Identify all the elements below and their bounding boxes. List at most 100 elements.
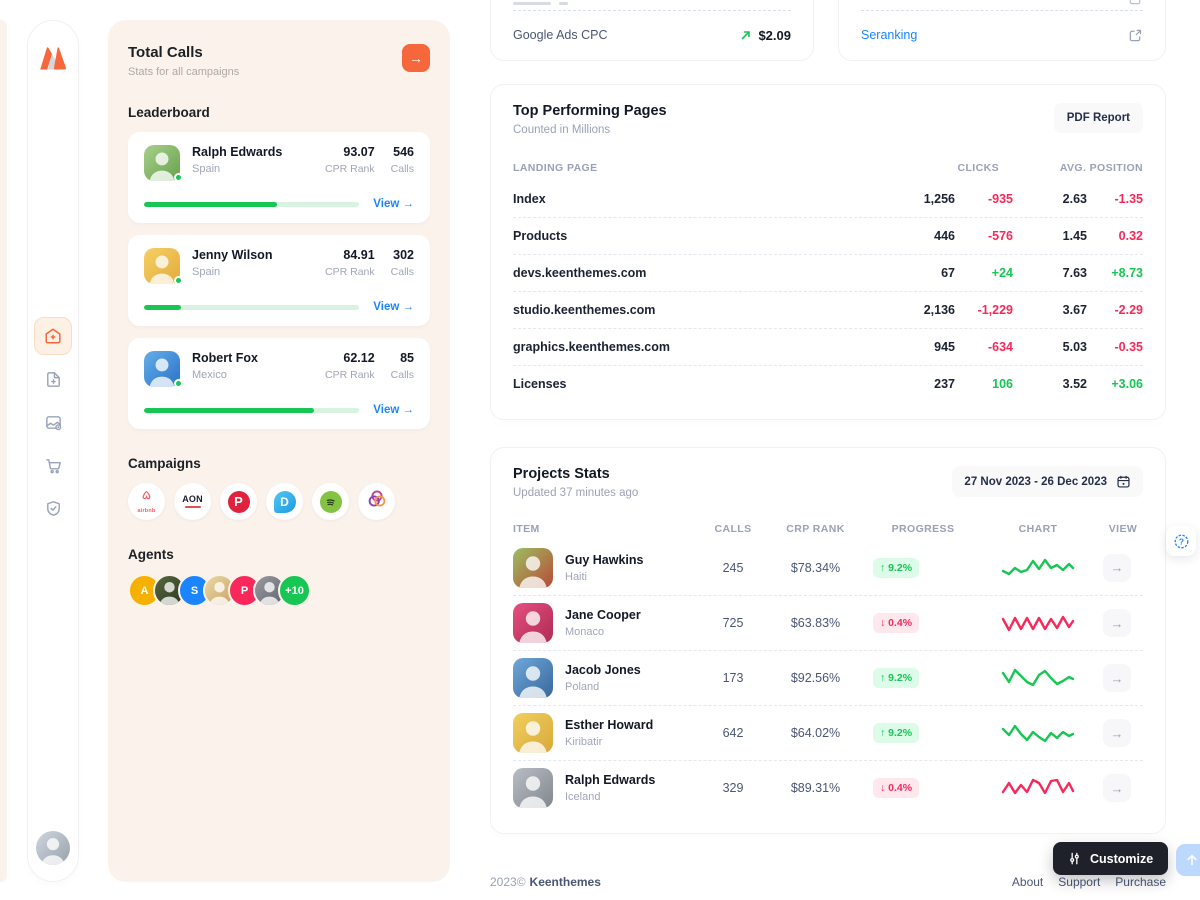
col-crp-rank: CRP RANK xyxy=(768,523,863,535)
card-subtitle: Counted in Millions xyxy=(513,124,667,136)
footer-link[interactable]: Support xyxy=(1058,875,1100,889)
clipped-row-remnant xyxy=(513,2,568,5)
calls-label: Calls xyxy=(391,163,414,175)
col-landing-page: LANDING PAGE xyxy=(513,162,889,174)
sparkline-chart xyxy=(983,610,1093,636)
spotify-campaign[interactable] xyxy=(312,483,349,520)
calls-value: 302 xyxy=(391,248,414,262)
cpr-rank-value: 62.12 xyxy=(325,351,375,365)
panel-subtitle: Stats for all campaigns xyxy=(128,66,239,78)
leaderboard: Ralph Edwards Spain 93.07 CPR Rank 546 C… xyxy=(128,132,430,429)
view-link[interactable]: View → xyxy=(373,198,414,210)
agents-heading: Agents xyxy=(128,547,430,562)
footer-link[interactable]: Purchase xyxy=(1115,875,1166,889)
leaderboard-card: Jenny Wilson Spain 84.91 CPR Rank 302 Ca… xyxy=(128,235,430,326)
project-member-name: Ralph Edwards xyxy=(565,773,655,787)
view-row-button[interactable]: → xyxy=(1103,609,1131,637)
panel-arrow-button[interactable]: → xyxy=(402,44,430,72)
add-file-icon xyxy=(44,370,63,389)
home-icon xyxy=(43,326,63,346)
picsart-campaign[interactable]: P xyxy=(220,483,257,520)
projects-stats-card: Projects Stats Updated 37 minutes ago 27… xyxy=(490,447,1166,834)
view-link[interactable]: View → xyxy=(373,404,414,416)
view-row-button[interactable]: → xyxy=(1103,774,1131,802)
position-value: 2.63 xyxy=(1023,192,1087,206)
sidebar-item-shield-check[interactable] xyxy=(34,489,72,527)
sidebar-item-cart[interactable] xyxy=(34,446,72,484)
pdf-report-button[interactable]: PDF Report xyxy=(1054,103,1143,133)
table-row: Jacob Jones Poland 173 $92.56% ↑ 9.2% → xyxy=(513,650,1143,705)
aon-campaign[interactable]: AON xyxy=(174,483,211,520)
agent-country: Spain xyxy=(192,163,309,175)
metric-value: $2.09 xyxy=(758,28,791,43)
table-row: Jane Cooper Monaco 725 $63.83% ↓ 0.4% → xyxy=(513,595,1143,650)
avatar xyxy=(513,548,553,588)
position-delta: -0.35 xyxy=(1097,340,1143,354)
avatar xyxy=(144,351,180,387)
projects-table: Guy Hawkins Haiti 245 $78.34% ↑ 9.2% → J… xyxy=(513,540,1143,815)
crp-rank-value: $92.56% xyxy=(768,671,863,685)
sparkline-chart xyxy=(983,775,1093,801)
view-row-button[interactable]: → xyxy=(1103,554,1131,582)
user-avatar[interactable] xyxy=(36,831,70,865)
metronic-logo-icon[interactable] xyxy=(38,45,68,75)
calls-value: 546 xyxy=(391,145,414,159)
table-row: graphics.keenthemes.com 945 -634 5.03 -0… xyxy=(513,328,1143,365)
trend-up-icon xyxy=(740,29,752,41)
clicks-delta: -576 xyxy=(965,229,1013,243)
card-title: Projects Stats xyxy=(513,466,638,482)
progress-bar xyxy=(144,202,359,207)
metric-card-google-ads: Google Ads CPC $2.09 xyxy=(490,0,814,61)
view-row-button[interactable]: → xyxy=(1103,719,1131,747)
view-row-button[interactable]: → xyxy=(1103,664,1131,692)
progress-badge: ↓ 0.4% xyxy=(873,778,919,798)
project-member-country: Poland xyxy=(565,681,641,693)
metric-label: Google Ads CPC xyxy=(513,28,608,42)
arrow-up-icon xyxy=(1185,853,1199,867)
picsart-logo: P xyxy=(228,491,250,513)
help-button[interactable]: ? xyxy=(1166,526,1196,556)
clicks-value: 67 xyxy=(899,266,955,280)
sidebar-item-home[interactable] xyxy=(34,317,72,355)
calls-value: 173 xyxy=(708,671,758,685)
cpr-rank-label: CPR Rank xyxy=(325,369,375,381)
dialer-campaign[interactable]: D xyxy=(266,483,303,520)
brand-link[interactable]: Keenthemes xyxy=(530,875,601,889)
customize-button[interactable]: Customize xyxy=(1053,842,1168,875)
calls-value: 642 xyxy=(708,726,758,740)
project-member-country: Iceland xyxy=(565,791,655,803)
panel-title: Total Calls xyxy=(128,44,239,61)
date-range-text: 27 Nov 2023 - 26 Dec 2023 xyxy=(964,476,1107,488)
view-link[interactable]: View → xyxy=(373,301,414,313)
landing-page-name: Index xyxy=(513,192,889,206)
date-range-picker[interactable]: 27 Nov 2023 - 26 Dec 2023 xyxy=(952,466,1143,497)
avatar xyxy=(144,145,180,181)
airbnb-campaign[interactable]: airbnb xyxy=(128,483,165,520)
table-row: Licenses 237 106 3.52 +3.06 xyxy=(513,365,1143,402)
external-link-icon[interactable] xyxy=(1128,28,1143,43)
clicks-value: 1,256 xyxy=(899,192,955,206)
agents-row: ASP+10 xyxy=(128,574,430,607)
svg-text:?: ? xyxy=(1178,536,1183,546)
footer-link[interactable]: About xyxy=(1012,875,1043,889)
knot-campaign[interactable] xyxy=(358,483,395,520)
card-title: Top Performing Pages xyxy=(513,103,667,119)
col-item: ITEM xyxy=(513,523,698,535)
seranking-link[interactable]: Seranking xyxy=(861,28,917,42)
scroll-to-top-button[interactable] xyxy=(1176,844,1200,876)
project-member-name: Esther Howard xyxy=(565,718,653,732)
arrow-right-icon: → xyxy=(1111,726,1124,741)
footer-links: About Support Purchase xyxy=(1012,875,1166,889)
airbnb-wordmark: airbnb xyxy=(137,508,155,514)
progress-badge: ↑ 9.2% xyxy=(873,558,919,578)
position-delta: +8.73 xyxy=(1097,266,1143,280)
online-dot xyxy=(174,379,183,388)
campaigns-row: airbnb AON PD xyxy=(128,483,430,520)
project-member-name: Jane Cooper xyxy=(565,608,641,622)
sidebar-item-add-file[interactable] xyxy=(34,360,72,398)
background-strip xyxy=(0,20,7,882)
spotify-logo xyxy=(320,491,342,513)
agents-more-badge[interactable]: +10 xyxy=(278,574,311,607)
table-header: LANDING PAGE CLICKS AVG. POSITION xyxy=(513,162,1143,174)
sidebar-item-gallery-settings[interactable] xyxy=(34,403,72,441)
